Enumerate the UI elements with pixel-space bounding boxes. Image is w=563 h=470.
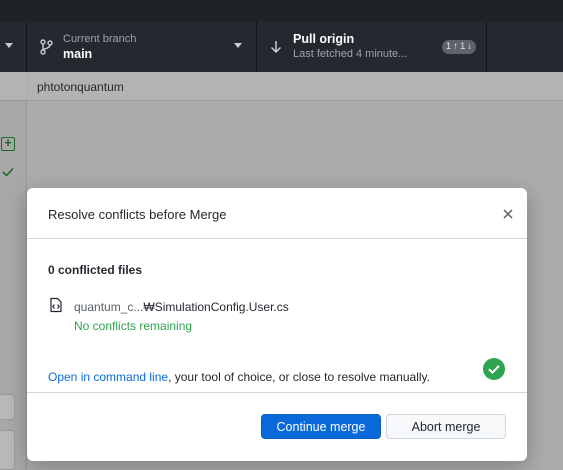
pull-origin-button[interactable]: Pull origin Last fetched 4 minute... 1 ↑…: [257, 22, 487, 72]
dialog-header: Resolve conflicts before Merge: [27, 188, 527, 239]
continue-merge-button[interactable]: Continue merge: [261, 414, 381, 439]
branch-label: Current branch: [63, 33, 137, 45]
ahead-behind-badge: 1 ↑ 1 ↓: [441, 40, 476, 54]
file-name-suffix: ₩SimulationConfig.User.cs: [143, 300, 289, 314]
dialog-title: Resolve conflicts before Merge: [48, 207, 227, 222]
incoming-count: 1: [445, 41, 452, 52]
pull-label: Pull origin: [293, 32, 355, 46]
check-circle-icon: [483, 358, 505, 380]
help-text-rest: , your tool of choice, or close to resol…: [168, 370, 430, 384]
help-text: Open in command line, your tool of choic…: [48, 370, 430, 384]
conflicted-file-name: quantum_c...₩SimulationConfig.User.cs: [74, 300, 289, 314]
abort-merge-button[interactable]: Abort merge: [386, 414, 506, 439]
outgoing-count: 1: [459, 41, 466, 52]
current-branch-dropdown[interactable]: Current branch main: [27, 22, 257, 72]
branch-icon: [38, 39, 54, 55]
open-command-line-link[interactable]: Open in command line: [48, 370, 168, 384]
file-name-prefix: quantum_c...: [74, 300, 144, 314]
conflict-count: 0 conflicted files: [48, 263, 143, 277]
current-repository-dropdown[interactable]: [0, 22, 27, 72]
arrow-down-small-icon: ↓: [467, 41, 472, 52]
repository-path: phtotonquantum: [37, 80, 124, 94]
toolbar: Current branch main Pull origin Last fet…: [0, 22, 563, 72]
arrow-down-icon: [268, 39, 284, 55]
window-title-bar: [0, 0, 563, 22]
chevron-down-icon: [234, 43, 242, 48]
file-added-icon: +: [1, 136, 15, 151]
repository-path-bar: phtotonquantum: [28, 72, 563, 101]
branch-name: main: [63, 47, 93, 61]
resolve-conflicts-dialog: Resolve conflicts before Merge 0 conflic…: [27, 188, 527, 461]
chevron-down-icon: [5, 43, 13, 48]
changes-sidebar: +: [0, 72, 27, 470]
check-icon: [1, 165, 15, 179]
file-status: No conflicts remaining: [74, 319, 193, 333]
summary-input[interactable]: [0, 394, 15, 420]
close-icon[interactable]: [500, 206, 516, 222]
file-code-icon: [48, 297, 64, 313]
dialog-body: 0 conflicted files quantum_c...₩Simulati…: [27, 239, 527, 393]
arrow-up-small-icon: ↑: [453, 41, 458, 52]
description-input[interactable]: [0, 430, 15, 470]
sidebar-header: [0, 72, 27, 101]
dialog-footer: Continue merge Abort merge: [27, 393, 527, 461]
last-fetched-text: Last fetched 4 minute...: [293, 48, 408, 60]
